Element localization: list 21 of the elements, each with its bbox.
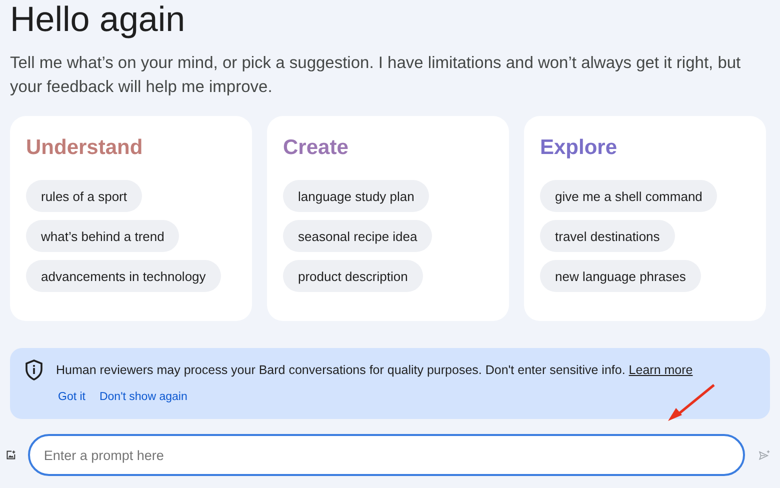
suggestion-chip[interactable]: rules of a sport: [26, 180, 142, 212]
suggestion-chip[interactable]: product description: [283, 260, 423, 292]
notice-action-button[interactable]: Don't show again: [95, 389, 192, 405]
suggestion-chip[interactable]: language study plan: [283, 180, 430, 212]
annotation-arrow: [666, 383, 716, 423]
card-title: Understand: [26, 136, 144, 160]
prompt-field[interactable]: Enter a prompt here: [28, 434, 745, 476]
card-title: Explore: [540, 136, 618, 160]
notice-action-button[interactable]: Got it: [54, 389, 90, 405]
suggestion-chip[interactable]: advancements in technology: [26, 260, 221, 292]
suggestion-chip[interactable]: travel destinations: [540, 220, 675, 252]
card-title: Create: [283, 136, 350, 160]
page-heading: Hello again: [10, 0, 186, 41]
suggestion-chip[interactable]: give me a shell command: [540, 180, 718, 212]
shield-info-icon: [24, 359, 44, 381]
suggestion-chip[interactable]: what’s behind a trend: [26, 220, 180, 252]
suggestion-chip[interactable]: seasonal recipe idea: [283, 220, 432, 252]
intro-text: Tell me what’s on your mind, or pick a suggestion. I have limitations and won’t always get it right, but your feedback will help me improve.: [10, 53, 742, 98]
learn-more-link[interactable]: Learn more: [628, 363, 693, 377]
notice-text: Human reviewers may process your Bard conversations for quality purposes. Don't enter sensitive info. Learn more: [56, 363, 693, 377]
suggestion-chip[interactable]: new language phrases: [540, 260, 701, 292]
